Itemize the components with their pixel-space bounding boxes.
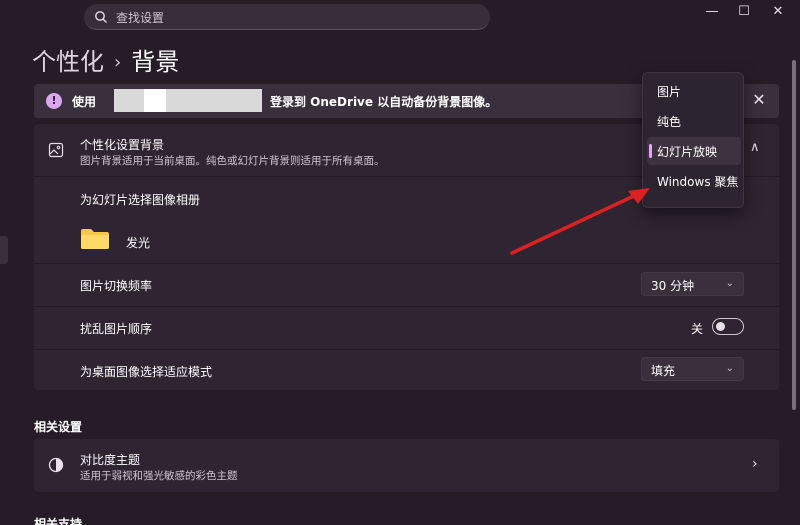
menu-item-picture[interactable]: 图片 (647, 77, 741, 105)
menu-item-label: 图片 (657, 85, 682, 99)
background-setting-subtitle: 图片背景适用于当前桌面。纯色或幻灯片背景则适用于所有桌面。 (80, 155, 385, 167)
breadcrumb-parent[interactable]: 个性化 (32, 48, 104, 76)
maximize-button[interactable]: ☐ (734, 2, 754, 22)
search-box[interactable]: 查找设置 (84, 4, 490, 30)
minimize-button[interactable]: — (702, 2, 722, 22)
infobar-close-icon[interactable]: ✕ (748, 90, 770, 110)
menu-item-solid-color[interactable]: 纯色 (647, 107, 741, 135)
breadcrumb: 个性化 › 背景 (32, 42, 179, 77)
chevron-down-icon: ⌄ (725, 278, 734, 289)
fit-row: 为桌面图像选择适应模式 填充 ⌄ (34, 350, 779, 390)
interval-row: 图片切换频率 30 分钟 ⌄ (34, 264, 779, 306)
interval-dropdown[interactable]: 30 分钟 ⌄ (641, 272, 744, 296)
fit-label: 为桌面图像选择适应模式 (80, 365, 213, 379)
menu-item-label: 幻灯片放映 (657, 145, 718, 159)
menu-item-label: Windows 聚焦 (657, 175, 739, 189)
background-setting-title: 个性化设置背景 (80, 138, 165, 152)
chevron-down-icon: ⌄ (725, 363, 734, 374)
folder-icon (81, 229, 109, 249)
interval-value: 30 分钟 (651, 279, 695, 293)
menu-item-slideshow[interactable]: 幻灯片放映 (647, 137, 741, 165)
infobar-prefix: 使用 (72, 95, 97, 109)
close-window-button[interactable]: ✕ (768, 2, 788, 22)
related-settings-heading: 相关设置 (34, 420, 83, 434)
redacted-region-inner (144, 89, 166, 112)
interval-label: 图片切换频率 (80, 279, 153, 293)
chevron-right-icon: › (752, 456, 758, 472)
album-label: 为幻灯片选择图像相册 (80, 193, 201, 207)
menu-item-windows-spotlight[interactable]: Windows 聚焦 (647, 167, 741, 195)
contrast-theme-title: 对比度主题 (80, 453, 141, 467)
selection-indicator (649, 144, 652, 158)
shuffle-label: 扰乱图片顺序 (80, 322, 153, 336)
fit-value: 填充 (651, 364, 676, 378)
contrast-icon (48, 457, 64, 473)
annotation-arrow (510, 188, 650, 255)
toggle-knob (716, 322, 725, 331)
menu-item-label: 纯色 (657, 115, 682, 129)
picture-icon (48, 142, 64, 158)
folder-name: 发光 (126, 236, 151, 250)
related-support-heading: 相关支持 (34, 517, 83, 525)
search-input[interactable]: 查找设置 (116, 9, 164, 26)
search-icon (95, 11, 107, 23)
chevron-up-icon[interactable]: ∧ (750, 140, 760, 155)
contrast-theme-link[interactable]: 对比度主题 适用于弱视和强光敏感的彩色主题 › (34, 439, 779, 492)
shuffle-toggle[interactable] (712, 318, 744, 335)
fit-dropdown[interactable]: 填充 ⌄ (641, 357, 744, 381)
shuffle-state-label: 关 (691, 322, 704, 336)
scrollbar-thumb[interactable] (792, 60, 796, 410)
breadcrumb-separator: › (114, 52, 122, 73)
shuffle-row: 扰乱图片顺序 关 (34, 307, 779, 349)
redacted-region (114, 89, 262, 112)
infobar-message[interactable]: 登录到 OneDrive 以自动备份背景图像。 (270, 93, 497, 110)
info-icon: ! (46, 93, 62, 109)
nav-pane-edge (0, 236, 8, 264)
page-title: 背景 (131, 48, 180, 76)
contrast-theme-subtitle: 适用于弱视和强光敏感的彩色主题 (80, 470, 238, 482)
